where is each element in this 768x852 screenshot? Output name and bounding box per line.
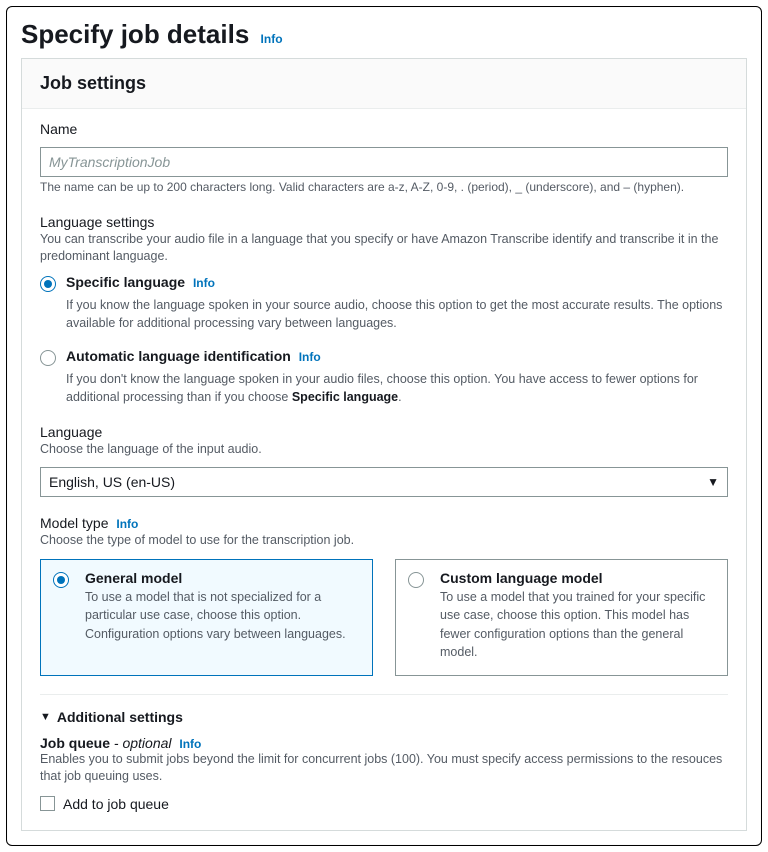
- tile-custom-model-radio[interactable]: [408, 572, 424, 588]
- language-hint: Choose the language of the input audio.: [40, 441, 728, 459]
- job-queue-label: Job queue - optional Info: [40, 735, 728, 751]
- model-type-hint: Choose the type of model to use for the …: [40, 532, 728, 550]
- model-type-info[interactable]: Info: [116, 517, 138, 531]
- tile-custom-model[interactable]: Custom language model To use a model tha…: [395, 559, 728, 676]
- radio-auto-language-dot[interactable]: [40, 350, 56, 366]
- job-settings-panel: Job settings Name The name can be up to …: [21, 58, 747, 831]
- model-type-label-text: Model type: [40, 515, 108, 531]
- page-frame: Specify job details Info Job settings Na…: [6, 6, 762, 846]
- page-title-info-link[interactable]: Info: [261, 32, 283, 46]
- name-hint: The name can be up to 200 characters lon…: [40, 179, 728, 196]
- language-label: Language: [40, 424, 728, 440]
- auto-desc-c: .: [398, 390, 401, 404]
- model-type-label: Model type Info: [40, 515, 728, 531]
- caret-down-icon: ▼: [707, 475, 719, 489]
- tile-general-model-title: General model: [85, 570, 360, 586]
- job-queue-info[interactable]: Info: [179, 737, 201, 751]
- tile-custom-model-desc: To use a model that you trained for your…: [440, 588, 715, 661]
- radio-auto-language-label: Automatic language identification: [66, 348, 291, 364]
- job-queue-label-text: Job queue: [40, 735, 110, 751]
- panel-body: Name The name can be up to 200 character…: [22, 109, 746, 830]
- job-queue-optional: - optional: [110, 735, 171, 751]
- tile-general-model-desc: To use a model that is not specialized f…: [85, 588, 360, 642]
- radio-auto-language[interactable]: Automatic language identification Info: [40, 340, 728, 368]
- radio-specific-language-label: Specific language: [66, 274, 185, 290]
- language-settings-hint: You can transcribe your audio file in a …: [40, 231, 728, 266]
- additional-settings-label: Additional settings: [57, 709, 183, 725]
- radio-specific-language-dot[interactable]: [40, 276, 56, 292]
- divider: [40, 694, 728, 695]
- job-queue-hint: Enables you to submit jobs beyond the li…: [40, 751, 728, 786]
- job-queue-checkbox-row[interactable]: Add to job queue: [40, 796, 728, 812]
- radio-specific-language-info[interactable]: Info: [193, 276, 215, 290]
- language-selected-value: English, US (en-US): [49, 474, 175, 490]
- tile-general-model-radio[interactable]: [53, 572, 69, 588]
- model-type-section: Model type Info Choose the type of model…: [40, 515, 728, 676]
- page-title: Specify job details Info: [21, 19, 747, 50]
- name-input[interactable]: [40, 147, 728, 177]
- job-queue-section: Job queue - optional Info Enables you to…: [40, 735, 728, 812]
- radio-specific-language-desc: If you know the language spoken in your …: [66, 296, 728, 332]
- language-settings-section: Language settings You can transcribe you…: [40, 214, 728, 407]
- model-type-tiles: General model To use a model that is not…: [40, 559, 728, 676]
- page-title-text: Specify job details: [21, 19, 249, 49]
- caret-down-icon: ▼: [40, 711, 51, 723]
- language-section: Language Choose the language of the inpu…: [40, 424, 728, 497]
- auto-desc-b: Specific language: [292, 390, 398, 404]
- job-queue-checkbox-label: Add to job queue: [63, 796, 169, 812]
- tile-custom-model-title: Custom language model: [440, 570, 715, 586]
- additional-settings-toggle[interactable]: ▼ Additional settings: [40, 709, 728, 725]
- radio-auto-language-info[interactable]: Info: [299, 350, 321, 364]
- job-queue-checkbox[interactable]: [40, 796, 55, 811]
- radio-specific-language[interactable]: Specific language Info: [40, 266, 728, 294]
- tile-general-model[interactable]: General model To use a model that is not…: [40, 559, 373, 676]
- name-section: Name The name can be up to 200 character…: [40, 121, 728, 196]
- language-settings-heading: Language settings: [40, 214, 728, 230]
- name-label: Name: [40, 121, 728, 137]
- language-select[interactable]: English, US (en-US) ▼: [40, 467, 728, 497]
- radio-auto-language-desc: If you don't know the language spoken in…: [66, 370, 728, 406]
- panel-header: Job settings: [22, 59, 746, 109]
